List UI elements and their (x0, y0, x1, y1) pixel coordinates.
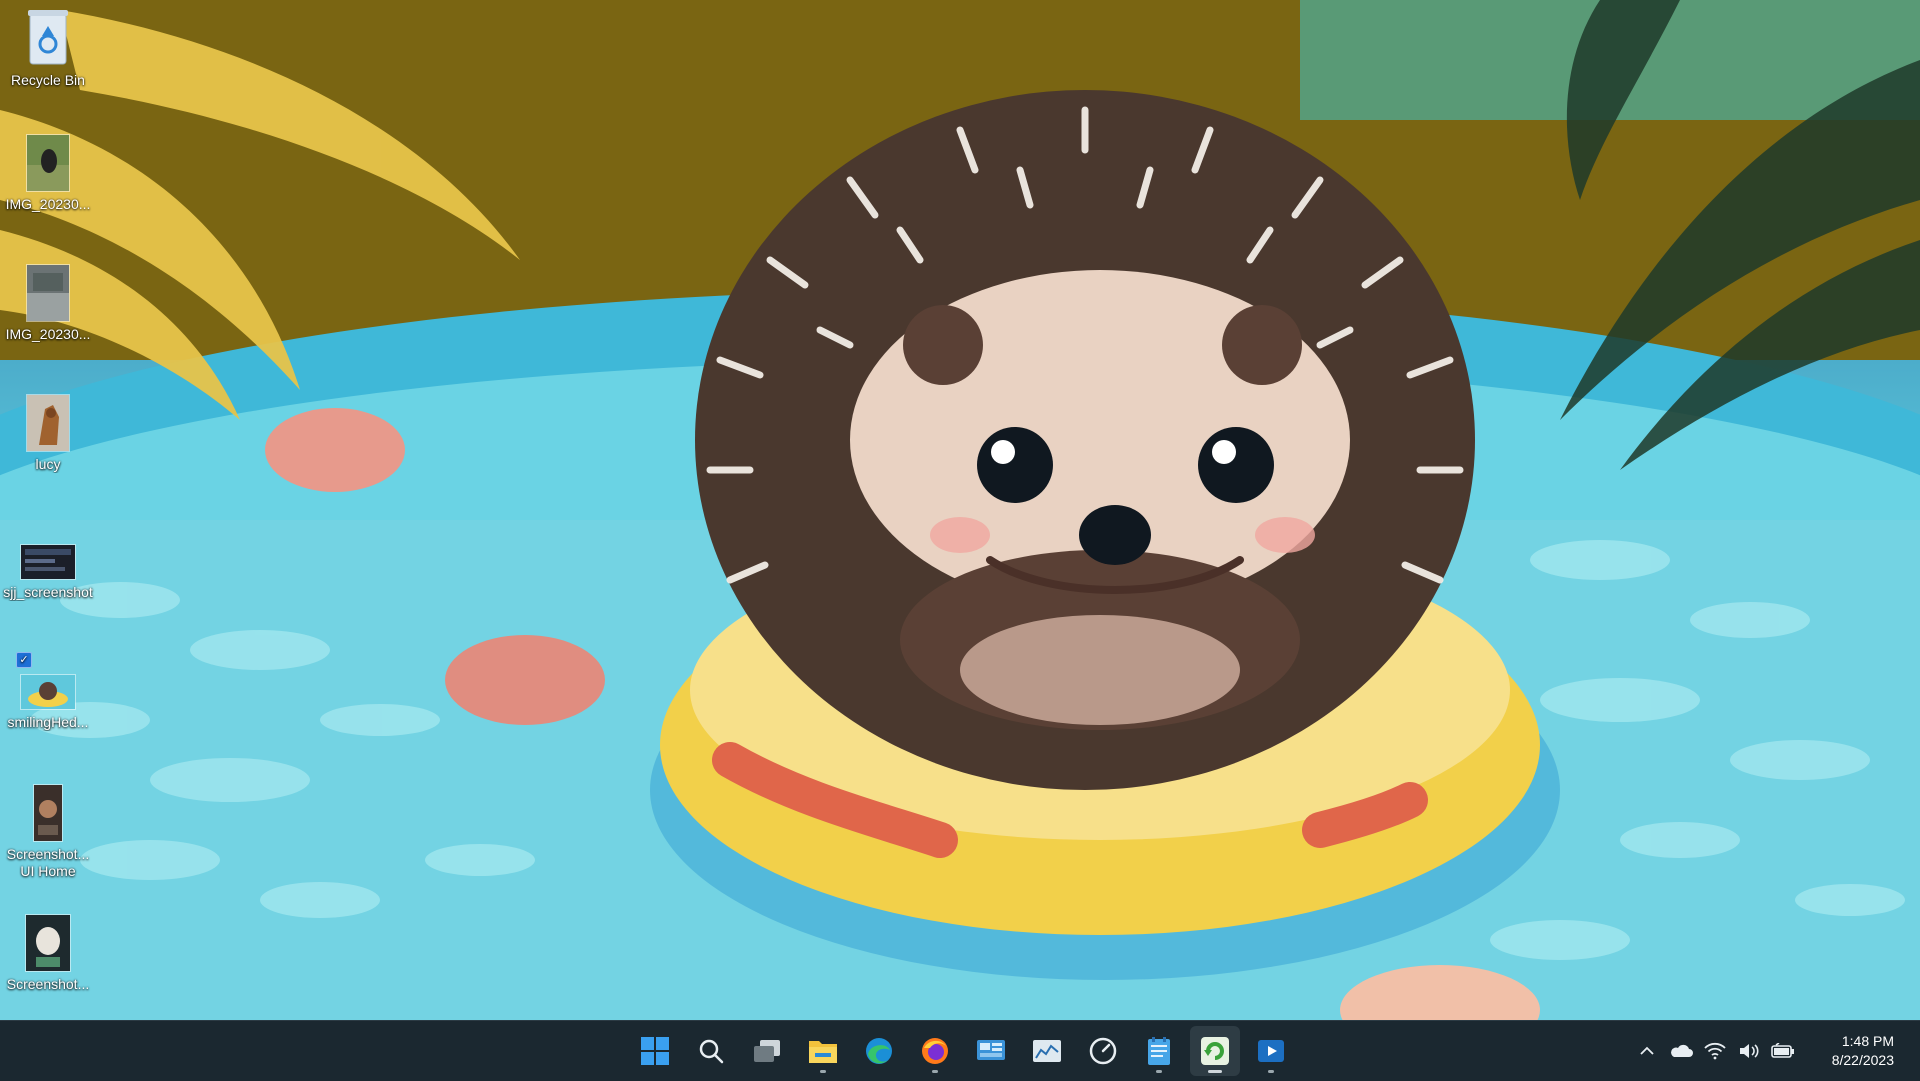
running-indicator (1156, 1070, 1162, 1073)
clock-date: 8/22/2023 (1831, 1052, 1894, 1068)
desktop-icon-smilinghed[interactable]: ✓ smilingHed... (0, 652, 96, 731)
desktop-icon-sjj-screenshot[interactable]: sjj_screenshot (0, 544, 96, 601)
desktop-icon-label: lucy (35, 456, 61, 472)
desktop-icon-label: IMG_20230... (5, 196, 91, 212)
show-hidden-icons-button[interactable] (1630, 1031, 1664, 1071)
image-thumbnail-icon (26, 394, 70, 452)
chart-app-icon (1033, 1040, 1061, 1062)
clock-time: 1:48 PM (1841, 1033, 1894, 1049)
speedometer-icon (1089, 1037, 1117, 1065)
selected-checkbox-icon[interactable]: ✓ (16, 652, 32, 668)
desktop-icon-img-1[interactable]: IMG_20230... (0, 134, 96, 213)
volume-icon (1740, 1044, 1759, 1058)
task-view-button[interactable] (742, 1026, 792, 1076)
hedgehog-pool-wallpaper (0, 0, 1920, 1020)
notepad-icon (1148, 1037, 1170, 1065)
image-thumbnail-icon (20, 544, 76, 580)
chevron-up-icon (1640, 1046, 1654, 1055)
running-indicator (1268, 1070, 1274, 1073)
desktop-icon-label: Recycle Bin (11, 72, 85, 88)
running-indicator (932, 1070, 938, 1073)
desktop-icon-label: smilingHed... (7, 714, 89, 730)
task-view-icon (754, 1040, 780, 1062)
desktop-icon-label-line2: UI Home (20, 863, 76, 879)
image-thumbnail-icon (33, 784, 63, 842)
windows-start-icon (641, 1037, 669, 1065)
desktop-icon-label: sjj_screenshot (3, 584, 93, 600)
battery-button[interactable] (1766, 1031, 1800, 1071)
running-indicator (820, 1070, 826, 1073)
onedrive-cloud-icon (1671, 1044, 1693, 1057)
edge-button[interactable] (854, 1026, 904, 1076)
battery-icon (1771, 1043, 1794, 1058)
chart-app-button[interactable] (1022, 1026, 1072, 1076)
volume-button[interactable] (1732, 1031, 1766, 1071)
speedometer-button[interactable] (1078, 1026, 1128, 1076)
running-indicator (1208, 1070, 1222, 1073)
wifi-icon (1704, 1042, 1726, 1060)
desktop-icon-label: IMG_20230... (5, 326, 91, 342)
firefox-icon (922, 1038, 948, 1064)
desktop-icon-lucy[interactable]: lucy (0, 394, 96, 473)
image-thumbnail-icon (26, 134, 70, 192)
taskbar-pinned-apps (630, 1021, 1296, 1081)
image-thumbnail-icon (26, 264, 70, 322)
system-tray: 1:48 PM 8/22/2023 (1630, 1021, 1920, 1081)
media-player-icon (1258, 1040, 1284, 1062)
green-refresh-icon (1201, 1037, 1229, 1065)
notepad-button[interactable] (1134, 1026, 1184, 1076)
image-thumbnail-icon (25, 914, 71, 972)
desktop-icon-label: Screenshot... (6, 846, 90, 862)
control-panel-icon (977, 1040, 1005, 1060)
file-explorer-button[interactable] (798, 1026, 848, 1076)
desktop-wallpaper (0, 0, 1920, 1020)
media-player-button[interactable] (1246, 1026, 1296, 1076)
network-button[interactable] (1698, 1031, 1732, 1071)
search-button[interactable] (686, 1026, 736, 1076)
folder-icon (809, 1041, 837, 1063)
recycle-bin-icon (28, 10, 68, 65)
taskbar-clock[interactable]: 1:48 PM 8/22/2023 (1800, 1032, 1920, 1070)
onedrive-button[interactable] (1664, 1031, 1698, 1071)
taskbar: 1:48 PM 8/22/2023 (0, 1020, 1920, 1081)
green-app-button[interactable] (1190, 1026, 1240, 1076)
desktop-icon-img-2[interactable]: IMG_20230... (0, 264, 96, 343)
desktop-icon-screenshot[interactable]: Screenshot... (0, 914, 96, 993)
desktop-icon-screenshot-ui-home[interactable]: Screenshot... UI Home (0, 784, 96, 880)
start-button[interactable] (630, 1026, 680, 1076)
edge-browser-icon (866, 1038, 892, 1064)
control-panel-button[interactable] (966, 1026, 1016, 1076)
desktop-icon-label: Screenshot... (6, 976, 90, 992)
image-thumbnail-icon (20, 674, 76, 710)
desktop-icon-recycle-bin[interactable]: Recycle Bin (0, 4, 96, 89)
search-icon (699, 1039, 724, 1064)
firefox-button[interactable] (910, 1026, 960, 1076)
